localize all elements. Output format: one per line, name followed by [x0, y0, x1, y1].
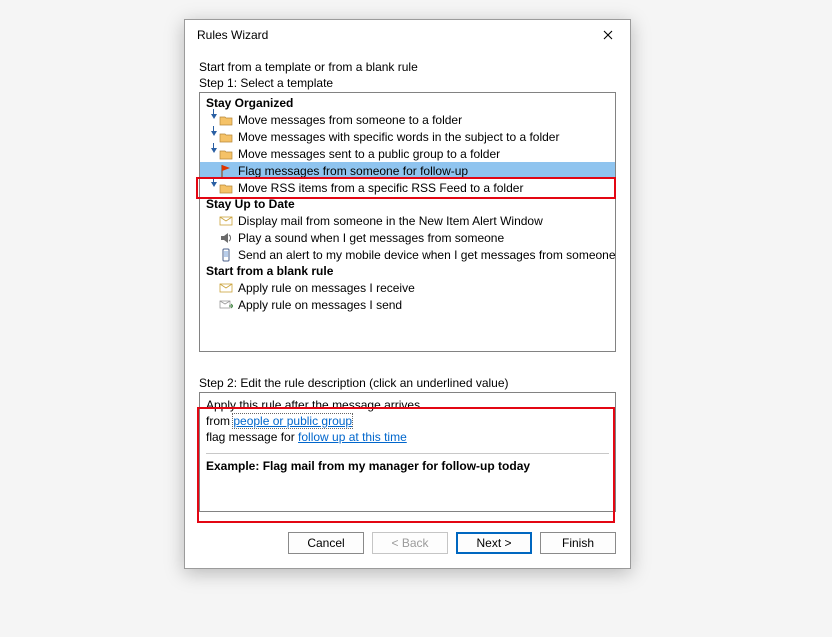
close-icon	[603, 30, 613, 40]
mail-alert-icon	[218, 213, 234, 229]
template-label: Play a sound when I get messages from so…	[238, 231, 504, 245]
button-row: Cancel < Back Next > Finish	[199, 532, 616, 554]
cancel-button[interactable]: Cancel	[288, 532, 364, 554]
sound-icon	[218, 230, 234, 246]
template-label: Move messages with specific words in the…	[238, 130, 559, 144]
desc-line-3: flag message for follow up at this time	[206, 429, 609, 445]
flag-icon	[218, 163, 234, 179]
link-followup-time[interactable]: follow up at this time	[298, 430, 407, 444]
rule-description-box: Apply this rule after the message arrive…	[199, 392, 616, 512]
template-play-sound[interactable]: Play a sound when I get messages from so…	[200, 229, 615, 246]
move-folder-icon	[218, 112, 234, 128]
titlebar: Rules Wizard	[185, 20, 630, 50]
template-label: Display mail from someone in the New Ite…	[238, 214, 543, 228]
template-label: Apply rule on messages I receive	[238, 281, 415, 295]
template-apply-receive[interactable]: Apply rule on messages I receive	[200, 279, 615, 296]
description-separator	[206, 453, 609, 454]
finish-button[interactable]: Finish	[540, 532, 616, 554]
intro-text: Start from a template or from a blank ru…	[199, 60, 616, 74]
move-folder-icon	[218, 180, 234, 196]
rules-wizard-dialog: Rules Wizard Start from a template or fr…	[184, 19, 631, 569]
template-label: Move messages from someone to a folder	[238, 113, 462, 127]
step1-label: Step 1: Select a template	[199, 76, 616, 90]
move-folder-icon	[218, 146, 234, 162]
template-move-rss[interactable]: Move RSS items from a specific RSS Feed …	[200, 179, 615, 196]
template-flag-followup[interactable]: Flag messages from someone for follow-up	[200, 162, 615, 179]
template-label: Move RSS items from a specific RSS Feed …	[238, 181, 523, 195]
flag-prefix: flag message for	[206, 430, 298, 444]
next-button[interactable]: Next >	[456, 532, 532, 554]
template-move-public-group[interactable]: Move messages sent to a public group to …	[200, 145, 615, 162]
close-button[interactable]	[588, 21, 628, 49]
from-prefix: from	[206, 414, 233, 428]
template-label: Send an alert to my mobile device when I…	[238, 248, 616, 262]
group-stay-organized: Stay Organized	[200, 95, 615, 111]
template-listbox[interactable]: Stay Organized Move messages from someon…	[199, 92, 616, 352]
step2-label: Step 2: Edit the rule description (click…	[199, 376, 616, 390]
link-people-or-group[interactable]: people or public group	[233, 414, 352, 428]
desc-line-2: from people or public group	[206, 413, 609, 429]
mail-send-icon	[218, 297, 234, 313]
move-folder-icon	[218, 129, 234, 145]
dialog-title: Rules Wizard	[197, 28, 268, 42]
group-blank-rule: Start from a blank rule	[200, 263, 615, 279]
mail-receive-icon	[218, 280, 234, 296]
desc-line-1: Apply this rule after the message arrive…	[206, 397, 609, 413]
template-label: Move messages sent to a public group to …	[238, 147, 500, 161]
template-label: Flag messages from someone for follow-up	[238, 164, 468, 178]
group-stay-up-to-date: Stay Up to Date	[200, 196, 615, 212]
template-display-alert[interactable]: Display mail from someone in the New Ite…	[200, 212, 615, 229]
template-move-words-subject[interactable]: Move messages with specific words in the…	[200, 128, 615, 145]
desc-example: Example: Flag mail from my manager for f…	[206, 458, 609, 474]
dialog-body: Start from a template or from a blank ru…	[185, 50, 630, 568]
phone-icon	[218, 247, 234, 263]
template-apply-send[interactable]: Apply rule on messages I send	[200, 296, 615, 313]
template-move-from-someone[interactable]: Move messages from someone to a folder	[200, 111, 615, 128]
template-mobile-alert[interactable]: Send an alert to my mobile device when I…	[200, 246, 615, 263]
back-button: < Back	[372, 532, 448, 554]
template-label: Apply rule on messages I send	[238, 298, 402, 312]
